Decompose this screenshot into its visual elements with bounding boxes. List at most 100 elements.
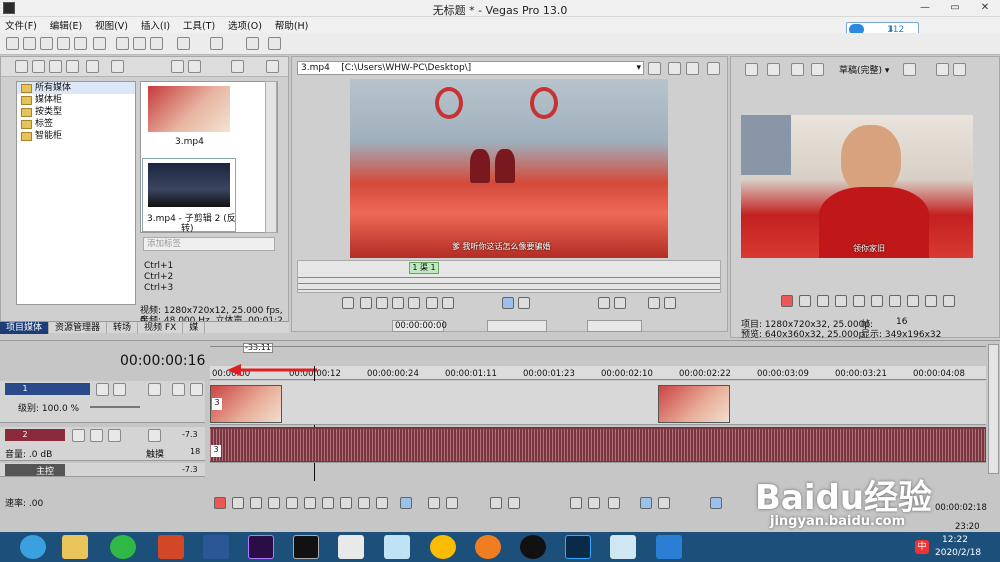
arm-record-icon[interactable] xyxy=(72,429,85,442)
snapping-icon[interactable] xyxy=(640,497,652,509)
flag-green-icon[interactable] xyxy=(648,297,660,309)
tab-project-media[interactable]: 项目媒体 xyxy=(0,322,50,334)
pause-icon[interactable] xyxy=(392,297,404,309)
menu-tools[interactable]: 工具(T) xyxy=(178,17,220,33)
trimmer-in-point[interactable] xyxy=(487,320,547,332)
properties-icon[interactable] xyxy=(93,37,106,50)
mute-icon[interactable] xyxy=(108,429,121,442)
go-end-icon[interactable] xyxy=(340,497,352,509)
video-track[interactable]: 3 xyxy=(210,381,986,425)
marker-icon[interactable] xyxy=(570,497,582,509)
media-app-icon[interactable] xyxy=(338,535,364,559)
timeline-vertical-scrollbar[interactable] xyxy=(988,344,999,474)
media-thumbnail[interactable] xyxy=(148,86,230,132)
pan-mode[interactable]: 触摸 xyxy=(146,447,164,460)
tree-item-bins[interactable]: 媒体柜 xyxy=(17,94,135,106)
add-to-timeline-end-icon[interactable] xyxy=(518,297,530,309)
loop-icon[interactable] xyxy=(342,297,354,309)
edit-tool-icon[interactable] xyxy=(400,497,412,509)
tree-item-all-media[interactable]: 所有媒体 xyxy=(17,82,135,94)
cut-icon[interactable] xyxy=(116,37,129,50)
remove-icon[interactable] xyxy=(111,60,124,73)
loop-icon[interactable] xyxy=(232,497,244,509)
web-icon[interactable] xyxy=(66,60,79,73)
tab-video-fx[interactable]: 视频 FX xyxy=(138,322,184,334)
audio-track[interactable]: 3 xyxy=(210,427,986,463)
go-end-icon[interactable] xyxy=(907,295,919,307)
trimmer-timeline[interactable]: 1 渠 1 xyxy=(297,260,721,293)
help-icon[interactable] xyxy=(268,37,281,50)
undo-icon[interactable] xyxy=(177,37,190,50)
track-fx-icon[interactable] xyxy=(113,383,126,396)
media-item-selected[interactable]: 3.mp4 - 子剪辑 2 (反 转) xyxy=(142,158,236,234)
file-explorer-icon[interactable] xyxy=(62,535,88,559)
stop-icon[interactable] xyxy=(188,60,201,73)
solo-icon[interactable] xyxy=(190,383,203,396)
loop-icon[interactable] xyxy=(799,295,811,307)
preview-video[interactable]: 领你家旧 xyxy=(741,115,973,258)
tab-explorer[interactable]: 资源管理器 xyxy=(49,322,108,334)
settings-icon[interactable] xyxy=(148,383,161,396)
pause-icon[interactable] xyxy=(853,295,865,307)
copy-icon[interactable] xyxy=(133,37,146,50)
save-as-icon[interactable] xyxy=(57,37,70,50)
go-start-icon[interactable] xyxy=(322,497,334,509)
track-motion-icon[interactable] xyxy=(96,383,109,396)
minimize-button[interactable]: — xyxy=(910,0,940,15)
delete-icon[interactable] xyxy=(490,497,502,509)
play-from-start-icon[interactable] xyxy=(360,297,372,309)
save-snapshot-icon[interactable] xyxy=(953,63,966,76)
ime-indicator[interactable]: 中 xyxy=(915,540,929,554)
views-icon[interactable] xyxy=(231,60,244,73)
start-icon[interactable] xyxy=(20,535,46,559)
trimmer-monitor-icon[interactable] xyxy=(707,62,720,75)
media-scrollbar[interactable] xyxy=(265,81,277,233)
region-icon[interactable] xyxy=(614,297,626,309)
split-screen-icon[interactable] xyxy=(811,63,824,76)
preview-properties-icon[interactable] xyxy=(745,63,758,76)
prev-frame-icon[interactable] xyxy=(426,297,438,309)
zoom-icon[interactable] xyxy=(266,60,279,73)
menu-help[interactable]: 帮助(H) xyxy=(270,17,314,33)
app-icon[interactable] xyxy=(610,535,636,559)
menu-options[interactable]: 选项(O) xyxy=(223,17,267,33)
level-slider[interactable] xyxy=(90,406,140,408)
prev-frame-icon[interactable] xyxy=(358,497,370,509)
stop-icon[interactable] xyxy=(408,297,420,309)
photoshop-icon[interactable] xyxy=(565,535,591,559)
selection-tool-icon[interactable] xyxy=(446,497,458,509)
overlays-icon[interactable] xyxy=(903,63,916,76)
maximize-button[interactable]: ▭ xyxy=(940,0,970,15)
chrome-icon[interactable] xyxy=(430,535,456,559)
search-icon[interactable] xyxy=(86,60,99,73)
new-icon[interactable] xyxy=(6,37,19,50)
powerpoint-icon[interactable] xyxy=(158,535,184,559)
close-button[interactable]: ✕ xyxy=(970,0,1000,15)
solo-icon[interactable] xyxy=(148,429,161,442)
vegas-icon[interactable] xyxy=(293,535,319,559)
open-icon[interactable] xyxy=(23,37,36,50)
tree-item-by-type[interactable]: 按类型 xyxy=(17,106,135,118)
menu-insert[interactable]: 插入(I) xyxy=(136,17,175,33)
go-start-icon[interactable] xyxy=(889,295,901,307)
premiere-icon[interactable] xyxy=(248,535,274,559)
tree-item-smart-bins[interactable]: 智能柜 xyxy=(17,130,135,142)
tab-transitions[interactable]: 转场 xyxy=(107,322,139,334)
add-to-timeline-icon[interactable] xyxy=(648,62,661,75)
trimmer-out-point[interactable] xyxy=(587,320,642,332)
copy-snapshot-icon[interactable] xyxy=(936,63,949,76)
video-clip[interactable] xyxy=(658,385,730,423)
prev-frame-icon[interactable] xyxy=(925,295,937,307)
play-icon[interactable] xyxy=(171,60,184,73)
menu-file[interactable]: 文件(F) xyxy=(0,17,42,33)
fx-icon[interactable] xyxy=(791,63,804,76)
capture-icon[interactable] xyxy=(32,60,45,73)
trim-icon[interactable] xyxy=(508,497,520,509)
next-frame-icon[interactable] xyxy=(442,297,454,309)
timeline-ruler[interactable]: 00:00:00 00:00:00:12 00:00:00:24 00:00:0… xyxy=(210,366,986,380)
envelope-tool-icon[interactable] xyxy=(428,497,440,509)
trimmer-video[interactable]: 爹 我听你这话怎么像要骗婚 xyxy=(350,79,668,258)
play-from-start-icon[interactable] xyxy=(817,295,829,307)
import-icon[interactable] xyxy=(15,60,28,73)
paste-icon[interactable] xyxy=(150,37,163,50)
